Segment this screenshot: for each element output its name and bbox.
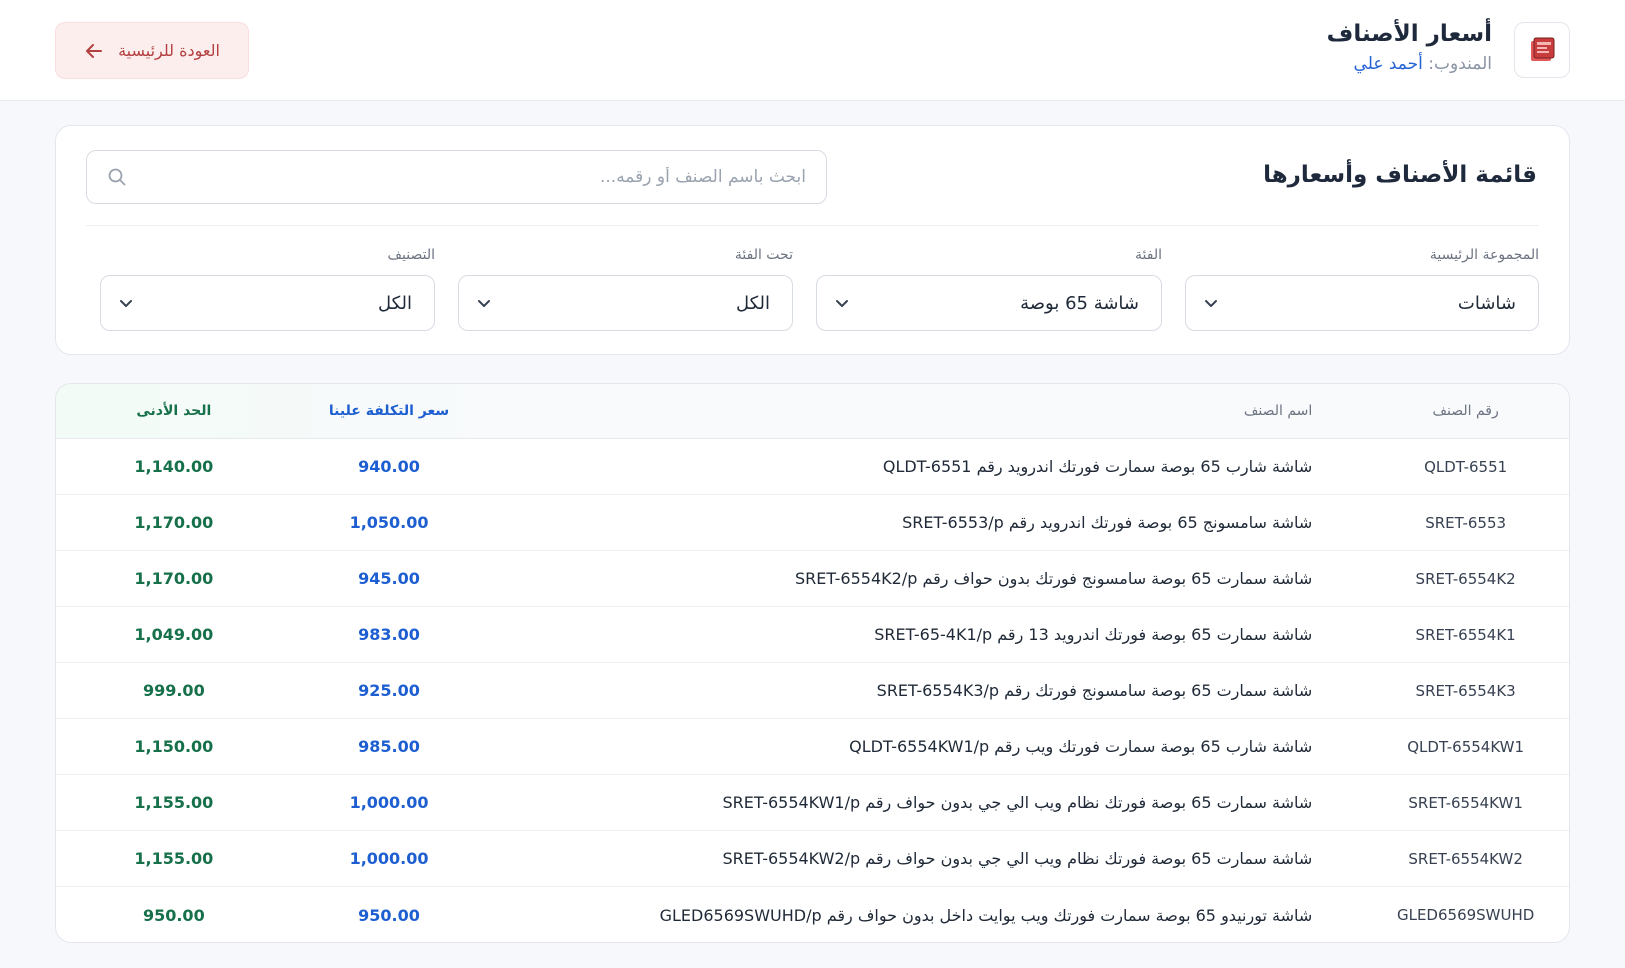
subcategory-value: الكل xyxy=(735,292,770,314)
main-group-value: شاشات xyxy=(1457,292,1516,314)
item-code: SRET-6554KW1 xyxy=(1408,793,1523,812)
item-cost: 925.00 xyxy=(358,681,420,700)
item-cost: 1,000.00 xyxy=(349,849,429,868)
item-cost: 945.00 xyxy=(358,569,420,588)
item-min: 1,155.00 xyxy=(134,793,214,812)
rep-line: المندوب: أحمد علي xyxy=(1327,52,1492,76)
back-to-home-button[interactable]: العودة للرئيسية xyxy=(55,22,249,79)
classification-value: الكل xyxy=(377,292,412,314)
item-name: شاشة سامسونج 65 بوصة فورتك اندرويد رقم S… xyxy=(902,513,1313,532)
classification-field: التصنيف الكل xyxy=(100,247,435,331)
item-name: شاشة سمارت 65 بوصة سامسونج فورتك رقم SRE… xyxy=(876,681,1313,700)
header-text: أسعار الأصناف المندوب: أحمد علي xyxy=(1327,18,1492,76)
filter-card: قائمة الأصناف وأسعارها المجموعة الرئيسية… xyxy=(55,125,1570,355)
table-row: SRET-6554K1 شاشة سمارت 65 بوصة فورتك اند… xyxy=(56,607,1569,663)
item-name: شاشة شارب 65 بوصة سمارت فورتك اندرويد رق… xyxy=(882,457,1313,476)
table-header: رقم الصنف اسم الصنف سعر التكلفة علينا ال… xyxy=(56,384,1569,439)
search-input[interactable] xyxy=(127,167,806,187)
item-min: 999.00 xyxy=(142,681,205,700)
item-min: 1,170.00 xyxy=(134,569,214,588)
category-value: شاشة 65 بوصة xyxy=(1020,292,1139,314)
rep-name: أحمد علي xyxy=(1353,54,1423,74)
prices-table: رقم الصنف اسم الصنف سعر التكلفة علينا ال… xyxy=(55,383,1570,943)
subcategory-label: تحت الفئة xyxy=(734,247,793,263)
item-code: GLED6569SWUHD xyxy=(1396,906,1535,924)
item-cost: 983.00 xyxy=(358,625,420,644)
item-name: شاشة سمارت 65 بوصة فورتك اندرويد 13 رقم … xyxy=(874,625,1313,644)
app-icon xyxy=(1514,22,1570,78)
item-min: 1,049.00 xyxy=(134,625,214,644)
item-code: SRET-6554KW2 xyxy=(1408,849,1523,868)
item-cost: 1,000.00 xyxy=(349,793,429,812)
classification-select[interactable]: الكل xyxy=(100,275,435,331)
header-code: رقم الصنف xyxy=(1432,403,1499,419)
item-code: QLDT-6554KW1 xyxy=(1407,737,1525,756)
price-book-icon xyxy=(1531,37,1555,61)
header-cost: سعر التكلفة علينا xyxy=(328,403,450,419)
arrow-left-icon xyxy=(86,43,103,58)
item-code: SRET-6554K3 xyxy=(1415,681,1516,700)
search-icon xyxy=(108,168,126,186)
item-cost: 985.00 xyxy=(358,737,420,756)
item-name: شاشة تورنيدو 65 بوصة سمارت فورتك ويب يوا… xyxy=(659,905,1313,925)
category-label: الفئة xyxy=(1135,247,1162,263)
item-code: SRET-6554K1 xyxy=(1415,625,1516,644)
item-name: شاشة سمارت 65 بوصة سامسونج فورتك بدون حو… xyxy=(794,569,1313,588)
item-name: شاشة شارب 65 بوصة سمارت فورتك ويب رقم QL… xyxy=(849,737,1313,756)
classification-label: التصنيف xyxy=(387,247,435,263)
item-min: 1,155.00 xyxy=(134,849,214,868)
item-cost: 950.00 xyxy=(358,905,420,925)
item-min: 1,170.00 xyxy=(134,513,214,532)
chevron-down-icon xyxy=(478,300,490,307)
rep-label: المندوب: xyxy=(1428,54,1492,74)
main-group-field: المجموعة الرئيسية شاشات xyxy=(1185,247,1539,331)
item-name: شاشة سمارت 65 بوصة فورتك نظام ويب الي جي… xyxy=(722,849,1313,868)
item-cost: 940.00 xyxy=(358,457,420,476)
header-min: الحد الأدنى xyxy=(136,403,212,419)
category-select[interactable]: شاشة 65 بوصة xyxy=(816,275,1162,331)
item-code: QLDT-6551 xyxy=(1424,457,1508,476)
subcategory-select[interactable]: الكل xyxy=(458,275,793,331)
list-title: قائمة الأصناف وأسعارها xyxy=(1263,162,1537,188)
header-name: اسم الصنف xyxy=(1243,403,1313,419)
table-row: QLDT-6554KW1 شاشة شارب 65 بوصة سمارت فور… xyxy=(56,719,1569,775)
item-cost: 1,050.00 xyxy=(349,513,429,532)
chevron-down-icon xyxy=(120,300,132,307)
table-row: SRET-6554K2 شاشة سمارت 65 بوصة سامسونج ف… xyxy=(56,551,1569,607)
search-box[interactable] xyxy=(86,150,827,204)
item-code: SRET-6554K2 xyxy=(1415,569,1516,588)
table-row: SRET-6553 شاشة سامسونج 65 بوصة فورتك اند… xyxy=(56,495,1569,551)
page-title: أسعار الأصناف xyxy=(1326,21,1492,47)
table-row: GLED6569SWUHD شاشة تورنيدو 65 بوصة سمارت… xyxy=(56,887,1569,942)
main-group-select[interactable]: شاشات xyxy=(1185,275,1539,331)
chevron-down-icon xyxy=(836,300,848,307)
table-row: SRET-6554KW1 شاشة سمارت 65 بوصة فورتك نظ… xyxy=(56,775,1569,831)
category-field: الفئة شاشة 65 بوصة xyxy=(816,247,1162,331)
table-row: QLDT-6551 شاشة شارب 65 بوصة سمارت فورتك … xyxy=(56,439,1569,495)
table-row: SRET-6554K3 شاشة سمارت 65 بوصة سامسونج ف… xyxy=(56,663,1569,719)
item-min: 950.00 xyxy=(142,905,205,925)
item-min: 1,140.00 xyxy=(134,457,214,476)
chevron-down-icon xyxy=(1205,300,1217,307)
table-row: SRET-6554KW2 شاشة سمارت 65 بوصة فورتك نظ… xyxy=(56,831,1569,887)
subcategory-field: تحت الفئة الكل xyxy=(458,247,793,331)
divider xyxy=(86,225,1539,226)
top-bar: أسعار الأصناف المندوب: أحمد علي العودة ل… xyxy=(0,0,1625,101)
back-button-label: العودة للرئيسية xyxy=(118,41,220,60)
item-min: 1,150.00 xyxy=(134,737,214,756)
item-name: شاشة سمارت 65 بوصة فورتك نظام ويب الي جي… xyxy=(722,793,1313,812)
main-group-label: المجموعة الرئيسية xyxy=(1429,247,1539,263)
item-code: SRET-6553 xyxy=(1425,513,1507,532)
